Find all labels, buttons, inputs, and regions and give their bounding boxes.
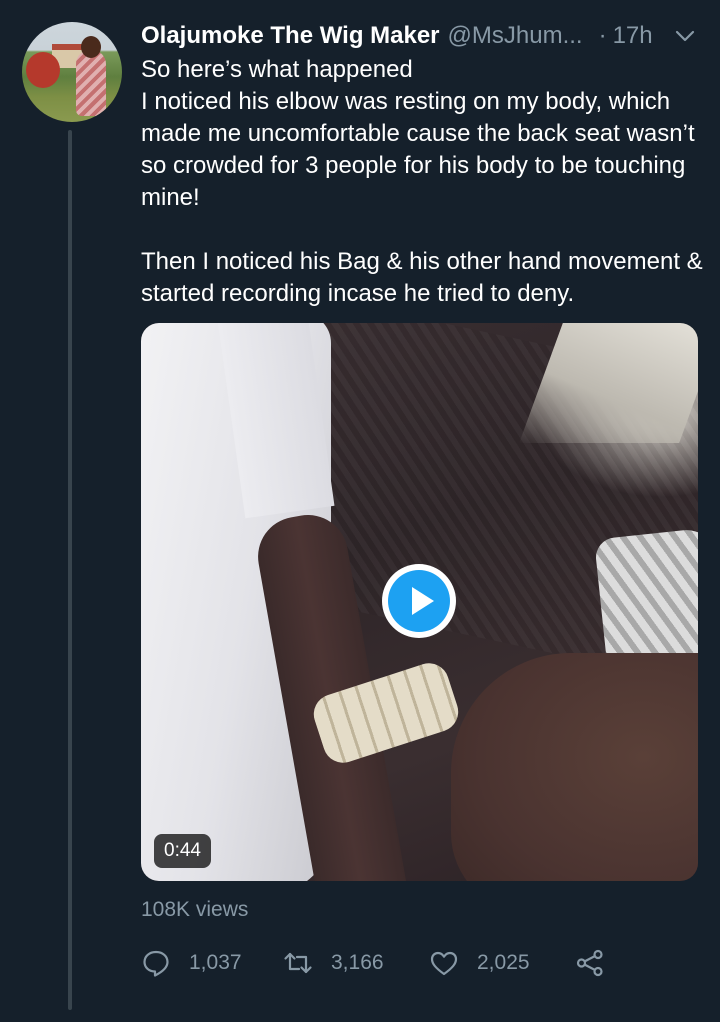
reply-count: 1,037 bbox=[189, 951, 242, 974]
play-icon bbox=[412, 587, 434, 615]
separator-dot: · bbox=[598, 22, 607, 49]
handle[interactable]: @MsJhum... bbox=[448, 22, 583, 50]
avatar-head-shape bbox=[81, 36, 101, 58]
thread-line bbox=[68, 130, 72, 1010]
share-button[interactable] bbox=[575, 945, 605, 981]
tweet: Olajumoke The Wig Maker @MsJhum... · 17h… bbox=[0, 0, 720, 1022]
video-duration-badge: 0:44 bbox=[154, 834, 211, 868]
like-button[interactable]: 2,025 bbox=[429, 945, 530, 981]
view-count: 108K views bbox=[141, 898, 249, 921]
avatar[interactable] bbox=[22, 22, 122, 122]
reply-button[interactable]: 1,037 bbox=[141, 945, 242, 981]
action-bar: 1,037 3,166 2,025 bbox=[141, 945, 621, 981]
video-media[interactable]: 0:44 bbox=[141, 323, 698, 881]
tweet-paragraph: So here’s what happened I noticed his el… bbox=[141, 56, 695, 211]
chevron-down-icon[interactable] bbox=[673, 24, 697, 48]
retweet-icon bbox=[284, 952, 312, 974]
tweet-header: Olajumoke The Wig Maker @MsJhum... · 17h bbox=[141, 20, 701, 52]
avatar-person-shape bbox=[76, 50, 106, 116]
tweet-paragraph: Then I noticed his Bag & his other hand … bbox=[141, 248, 703, 307]
comment-icon bbox=[143, 950, 169, 977]
retweet-button[interactable]: 3,166 bbox=[283, 945, 384, 981]
timestamp[interactable]: 17h bbox=[613, 22, 653, 50]
display-name[interactable]: Olajumoke The Wig Maker bbox=[141, 22, 440, 50]
tweet-text: So here’s what happened I noticed his el… bbox=[141, 54, 711, 310]
heart-icon bbox=[430, 951, 458, 976]
avatar-tree-shape bbox=[26, 52, 60, 88]
share-icon bbox=[576, 949, 603, 977]
play-button[interactable] bbox=[382, 564, 456, 638]
retweet-count: 3,166 bbox=[331, 951, 384, 974]
like-count: 2,025 bbox=[477, 951, 530, 974]
